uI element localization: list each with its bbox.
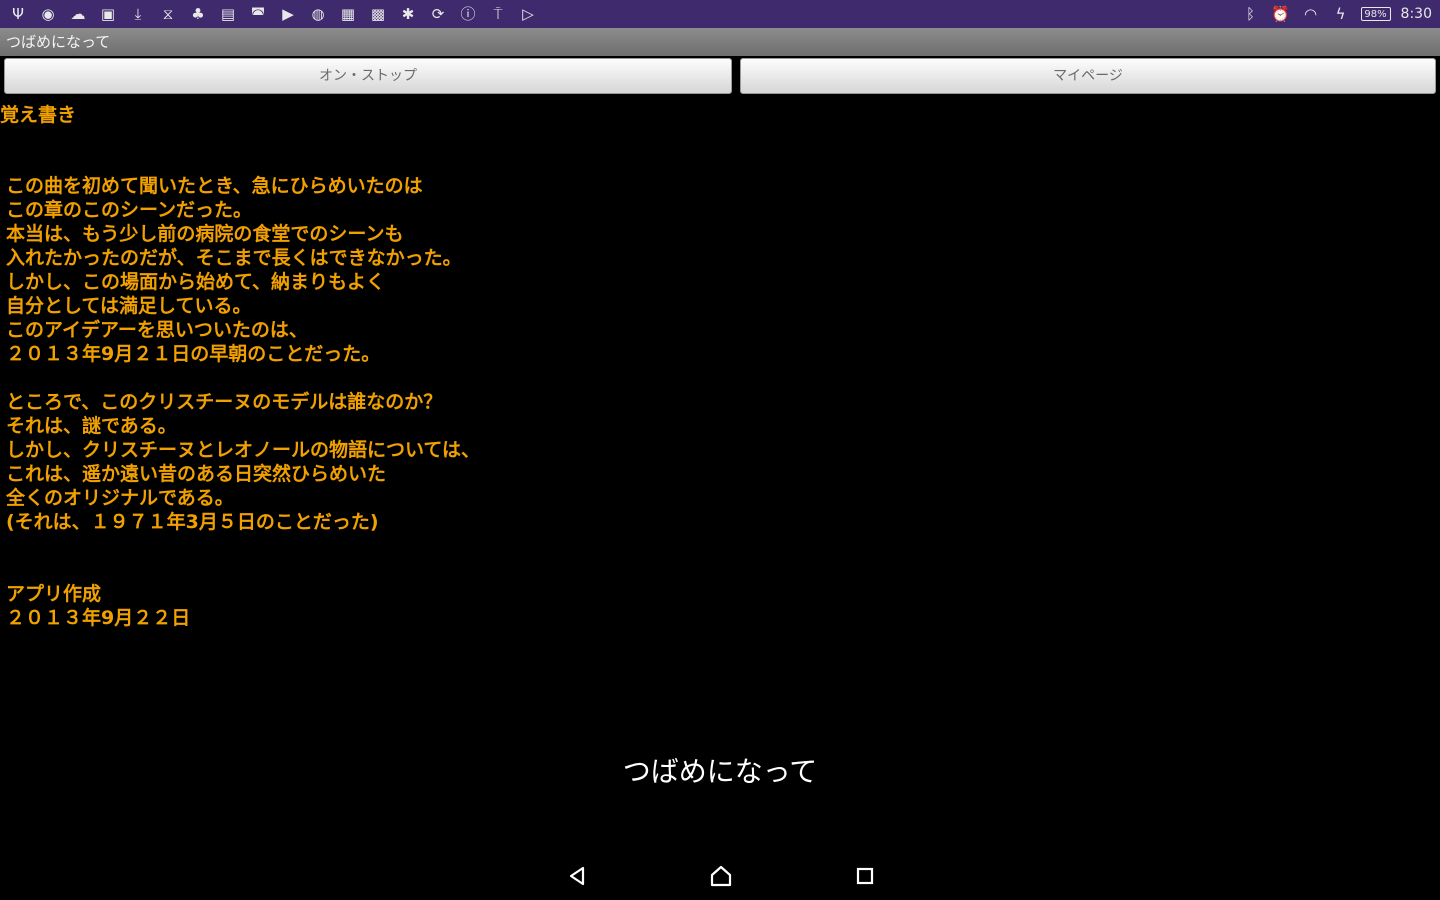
bulb-icon: ✱ [401,5,415,23]
pin-icon: ⍑ [493,5,503,23]
status-bar: Ψ ◉ ☁ ▣ ⤓ ⧖ ♣ ▤ ◚ ▶ ◍ ▦ ▩ ✱ ⟳ ⓘ ⍑ ▷ ᛒ ⏰ ◠ ϟ 98% 8:30 [0,0,1440,28]
keyboard-icon: ▤ [220,5,236,23]
clock: 8:30 [1400,6,1432,22]
photo-icon: ▩ [370,5,386,23]
song-title-label: つばめになって [622,755,818,788]
android-icon: ♣ [191,5,205,23]
home-icon [710,865,732,887]
image-icon: ▦ [340,5,356,23]
play-store-icon: ▷ [522,5,534,23]
video-icon: ▶ [282,5,294,23]
battery-icon: 98% [1360,7,1391,21]
system-icon-group: ᛒ ⏰ ◠ ϟ [1241,4,1351,24]
action-button-row: オン・ストップ マイページ [0,58,1440,94]
on-stop-button[interactable]: オン・ストップ [4,58,732,94]
gamepad-icon: ◚ [250,5,266,23]
home-button[interactable] [703,858,739,894]
notification-icons: Ψ ◉ ☁ ▣ ⤓ ⧖ ♣ ▤ ◚ ▶ ◍ ▦ ▩ ✱ ⟳ ⓘ ⍑ ▷ [8,4,538,24]
sync-icon: ⟳ [431,5,445,23]
alarm-icon: ⏰ [1271,5,1290,23]
app-notification-icon: ◉ [41,5,55,23]
download-icon: ⤓ [134,5,142,23]
recent-apps-button[interactable] [847,858,883,894]
back-icon [569,866,585,886]
system-icons: ᛒ ⏰ ◠ ϟ 98% 8:30 [1241,4,1432,24]
screenshot-icon: ▣ [100,5,116,23]
back-button[interactable] [559,858,595,894]
memo-body-text: この曲を初めて聞いたとき、急にひらめいたのは この章のこのシーンだった。 本当は… [6,175,481,629]
charging-icon: ϟ [1335,5,1346,23]
app-title-bar: つばめになって [0,28,1440,56]
my-page-button[interactable]: マイページ [740,58,1436,94]
usb-icon: Ψ [12,5,24,23]
globe-icon: ◍ [311,5,325,23]
info-icon: ⓘ [460,5,476,23]
navigation-bar [0,850,1440,900]
memo-heading: 覚え書き [0,104,77,126]
recent-apps-icon [856,867,874,885]
timer-icon: ⧖ [162,5,174,23]
cloud-icon: ☁ [70,5,86,23]
wifi-icon: ◠ [1304,5,1318,23]
bluetooth-icon: ᛒ [1246,5,1256,23]
